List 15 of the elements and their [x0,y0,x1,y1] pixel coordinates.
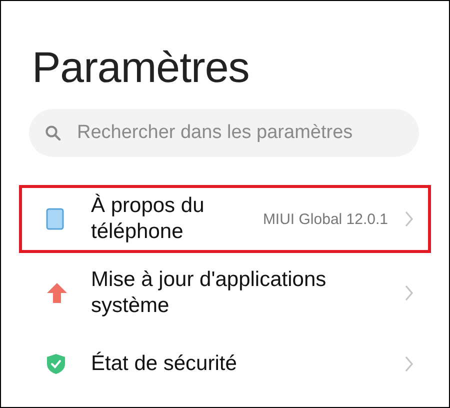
item-value: MIUI Global 12.0.1 [262,210,388,228]
chevron-icon [404,285,414,301]
chevron-icon [404,211,414,227]
settings-item[interactable]: État de sécurité [19,333,431,395]
search-field[interactable]: Rechercher dans les paramètres [29,109,419,157]
shield-check-icon [46,353,66,375]
item-label: À propos du téléphone [91,193,206,245]
arrow-up-icon [46,282,68,304]
settings-item[interactable]: Mise à jour d'applications système [19,253,431,333]
item-label: État de sécurité [91,351,238,377]
item-label: Mise à jour d'applications système [91,267,328,319]
settings-item[interactable]: À propos du téléphone MIUI Global 12.0.1 [19,185,431,253]
chevron-icon [404,356,414,372]
page-title: Paramètres [32,43,250,93]
phone-icon [46,208,64,230]
